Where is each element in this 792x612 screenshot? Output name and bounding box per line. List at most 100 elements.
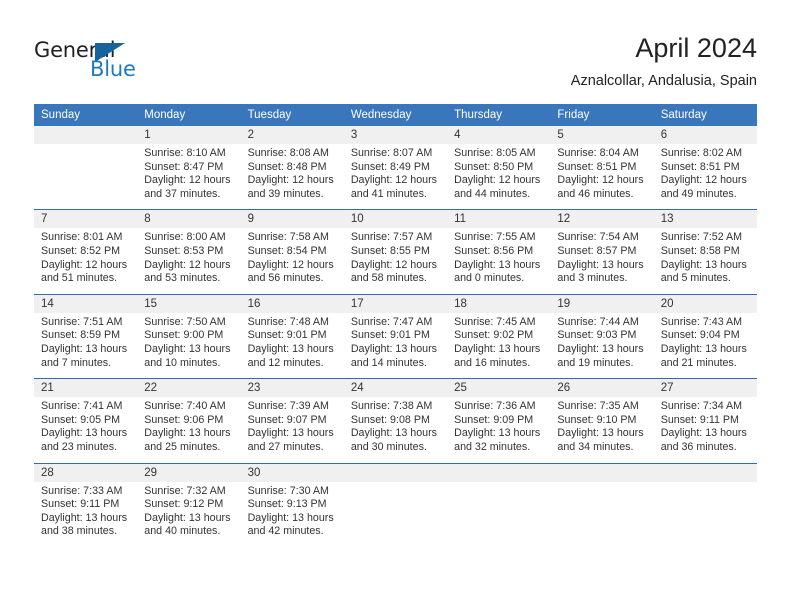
day-cell[interactable]: Sunrise: 7:52 AM Sunset: 8:58 PM Dayligh… (653, 228, 757, 295)
day-cell[interactable]: Sunrise: 7:43 AM Sunset: 9:04 PM Dayligh… (653, 312, 757, 379)
day-cell[interactable]: Sunrise: 7:36 AM Sunset: 9:09 PM Dayligh… (447, 397, 551, 463)
sunset-text: Sunset: 9:05 PM (41, 413, 121, 426)
day-cell[interactable]: Sunrise: 7:32 AM Sunset: 9:12 PM Dayligh… (137, 481, 241, 547)
day-number[interactable]: 15 (137, 294, 241, 313)
sunset-text: Sunset: 9:03 PM (557, 329, 637, 342)
weekday-header-thursday: Thursday (447, 104, 551, 126)
week-daynum-row: 14 15 16 17 18 19 20 (34, 294, 757, 313)
sunset-text: Sunset: 8:49 PM (350, 160, 430, 173)
day-cell[interactable]: Sunrise: 7:38 AM Sunset: 9:08 PM Dayligh… (343, 397, 448, 463)
day-cell[interactable]: Sunrise: 8:08 AM Sunset: 8:48 PM Dayligh… (240, 144, 344, 210)
day-number[interactable]: 29 (137, 463, 241, 482)
day-number[interactable]: 4 (447, 126, 551, 144)
day-cell[interactable]: Sunrise: 7:48 AM Sunset: 9:01 PM Dayligh… (240, 312, 344, 379)
day-number[interactable]: 28 (34, 463, 138, 482)
daylight-text-line1: Daylight: 13 hours (144, 342, 231, 355)
sunset-text: Sunset: 9:06 PM (144, 413, 224, 426)
day-number[interactable]: 9 (240, 210, 344, 229)
day-cell[interactable]: Sunrise: 7:39 AM Sunset: 9:07 PM Dayligh… (240, 397, 344, 463)
daylight-text-line2: and 3 minutes. (557, 272, 628, 285)
day-number[interactable]: 27 (653, 379, 757, 398)
day-number[interactable]: 21 (34, 379, 138, 398)
daylight-text-line2: and 16 minutes. (454, 356, 531, 369)
daylight-text-line1: Daylight: 13 hours (557, 427, 644, 440)
day-number[interactable]: 20 (653, 294, 757, 313)
day-number[interactable]: 10 (343, 210, 448, 229)
day-cell[interactable]: Sunrise: 7:33 AM Sunset: 9:11 PM Dayligh… (34, 481, 138, 547)
day-number[interactable]: 16 (240, 294, 344, 313)
sunrise-text: Sunrise: 8:08 AM (247, 147, 329, 159)
day-cell[interactable]: Sunrise: 7:58 AM Sunset: 8:54 PM Dayligh… (240, 228, 344, 295)
day-number[interactable]: 8 (137, 210, 241, 229)
day-number[interactable]: 7 (34, 210, 138, 229)
day-number[interactable]: 30 (240, 463, 344, 482)
day-number[interactable]: 14 (34, 294, 138, 313)
brand-logo[interactable]: General Blue (34, 38, 164, 84)
day-cell[interactable]: Sunrise: 7:50 AM Sunset: 9:00 PM Dayligh… (137, 312, 241, 379)
week-detail-row: Sunrise: 8:01 AM Sunset: 8:52 PM Dayligh… (34, 228, 757, 295)
day-cell[interactable]: Sunrise: 7:41 AM Sunset: 9:05 PM Dayligh… (34, 397, 138, 463)
sunrise-text: Sunrise: 7:33 AM (41, 484, 123, 497)
day-cell[interactable]: Sunrise: 7:30 AM Sunset: 9:13 PM Dayligh… (240, 481, 344, 547)
sunset-text: Sunset: 9:00 PM (144, 329, 224, 342)
sunset-text: Sunset: 9:11 PM (660, 413, 739, 426)
day-number[interactable] (653, 463, 757, 482)
day-cell[interactable]: Sunrise: 8:10 AM Sunset: 8:47 PM Dayligh… (137, 144, 241, 210)
day-cell[interactable]: Sunrise: 8:04 AM Sunset: 8:51 PM Dayligh… (550, 144, 654, 210)
day-cell[interactable]: Sunrise: 7:35 AM Sunset: 9:10 PM Dayligh… (550, 397, 654, 463)
sunset-text: Sunset: 8:59 PM (41, 329, 121, 342)
sunrise-text: Sunrise: 7:34 AM (660, 400, 743, 413)
day-number[interactable]: 18 (447, 294, 551, 313)
day-cell[interactable]: Sunrise: 7:55 AM Sunset: 8:56 PM Dayligh… (447, 228, 551, 295)
daylight-text-line1: Daylight: 13 hours (454, 427, 541, 440)
day-number[interactable] (34, 126, 138, 144)
day-cell[interactable]: Sunrise: 7:47 AM Sunset: 9:01 PM Dayligh… (343, 312, 448, 379)
daylight-text-line2: and 36 minutes. (660, 440, 737, 453)
daylight-text-line2: and 12 minutes. (247, 356, 324, 369)
day-number[interactable] (447, 463, 551, 482)
daylight-text-line2: and 42 minutes. (247, 525, 324, 538)
sunset-text: Sunset: 9:07 PM (247, 413, 327, 426)
day-cell[interactable]: Sunrise: 7:54 AM Sunset: 8:57 PM Dayligh… (550, 228, 654, 295)
day-cell[interactable]: Sunrise: 8:05 AM Sunset: 8:50 PM Dayligh… (447, 144, 551, 210)
day-number[interactable]: 13 (653, 210, 757, 229)
day-cell[interactable]: Sunrise: 7:51 AM Sunset: 8:59 PM Dayligh… (34, 312, 138, 379)
day-cell[interactable]: Sunrise: 7:34 AM Sunset: 9:11 PM Dayligh… (653, 397, 757, 463)
week-daynum-row: 28 29 30 (34, 463, 757, 482)
sunrise-text: Sunrise: 8:01 AM (41, 231, 123, 244)
day-number[interactable]: 5 (550, 126, 654, 144)
day-number[interactable]: 1 (137, 126, 241, 144)
day-number[interactable]: 19 (550, 294, 654, 313)
sunset-text: Sunset: 8:57 PM (557, 244, 637, 257)
day-number[interactable]: 12 (550, 210, 654, 229)
daylight-text-line1: Daylight: 12 hours (144, 174, 231, 187)
daylight-text-line2: and 34 minutes. (557, 440, 634, 453)
day-number[interactable]: 24 (343, 379, 448, 398)
daylight-text-line1: Daylight: 13 hours (247, 342, 334, 355)
day-number[interactable]: 11 (447, 210, 551, 229)
day-number[interactable]: 23 (240, 379, 344, 398)
day-number[interactable]: 6 (653, 126, 757, 144)
day-number[interactable] (343, 463, 448, 482)
sunset-text: Sunset: 9:12 PM (144, 498, 224, 511)
day-cell[interactable]: Sunrise: 7:57 AM Sunset: 8:55 PM Dayligh… (343, 228, 448, 295)
day-cell[interactable]: Sunrise: 7:44 AM Sunset: 9:03 PM Dayligh… (550, 312, 654, 379)
day-cell[interactable]: Sunrise: 8:07 AM Sunset: 8:49 PM Dayligh… (343, 144, 448, 210)
day-number[interactable]: 25 (447, 379, 551, 398)
day-number[interactable]: 2 (240, 126, 344, 144)
day-cell[interactable]: Sunrise: 7:45 AM Sunset: 9:02 PM Dayligh… (447, 312, 551, 379)
day-number[interactable]: 17 (343, 294, 448, 313)
day-number[interactable]: 26 (550, 379, 654, 398)
sunrise-text: Sunrise: 7:43 AM (660, 315, 743, 328)
page-subtitle: Aznalcollar, Andalusia, Spain (570, 73, 757, 89)
day-cell[interactable]: Sunrise: 8:00 AM Sunset: 8:53 PM Dayligh… (137, 228, 241, 295)
daylight-text-line2: and 41 minutes. (350, 187, 427, 200)
day-number[interactable]: 3 (343, 126, 448, 144)
day-number[interactable]: 22 (137, 379, 241, 398)
day-cell[interactable]: Sunrise: 7:40 AM Sunset: 9:06 PM Dayligh… (137, 397, 241, 463)
day-number[interactable] (550, 463, 654, 482)
day-cell[interactable]: Sunrise: 8:02 AM Sunset: 8:51 PM Dayligh… (653, 144, 757, 210)
sunset-text: Sunset: 8:51 PM (557, 160, 637, 173)
sunrise-text: Sunrise: 7:45 AM (454, 315, 536, 328)
day-cell[interactable]: Sunrise: 8:01 AM Sunset: 8:52 PM Dayligh… (34, 228, 138, 295)
